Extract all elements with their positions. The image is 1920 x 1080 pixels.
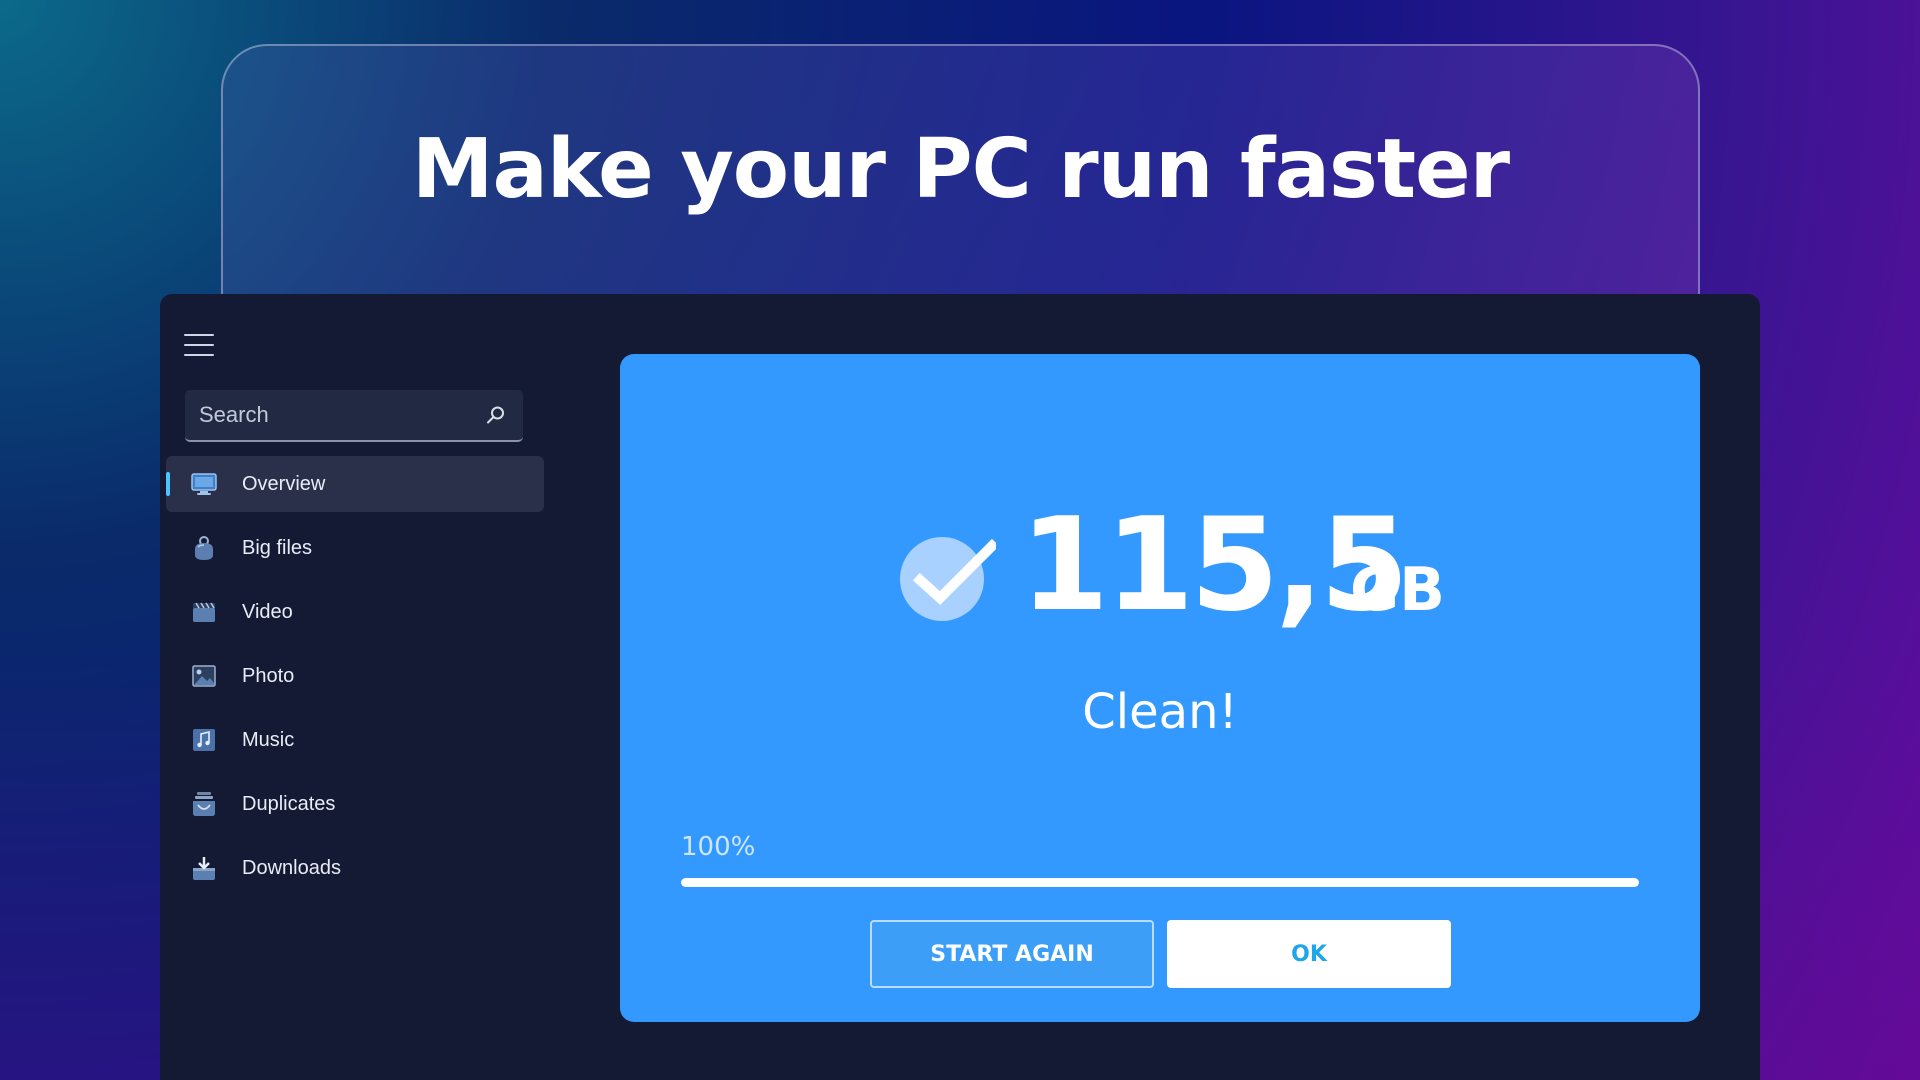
- sidebar-item-label: Music: [242, 728, 295, 751]
- ok-button[interactable]: OK: [1167, 920, 1451, 988]
- sidebar-item-photo[interactable]: Photo: [166, 648, 544, 704]
- progress-bar: [681, 878, 1639, 887]
- check-circle-icon: [900, 536, 1000, 622]
- search-box[interactable]: [185, 390, 523, 442]
- search-input[interactable]: [199, 402, 459, 428]
- scan-result-card: 115,5 GB Clean! 100% START AGAIN OK: [620, 354, 1700, 1022]
- clapperboard-icon: [191, 599, 217, 625]
- sidebar-nav: Overview Big files Video Photo Music Dup…: [166, 456, 544, 904]
- sidebar-item-duplicates[interactable]: Duplicates: [166, 776, 544, 832]
- picture-icon: [191, 663, 217, 689]
- sidebar-item-label: Duplicates: [242, 792, 336, 815]
- sidebar-item-downloads[interactable]: Downloads: [166, 840, 544, 896]
- weight-icon: [191, 535, 217, 561]
- stacked-copies-icon: [191, 791, 217, 817]
- sidebar-item-big-files[interactable]: Big files: [166, 520, 544, 576]
- banner-headline: Make your PC run faster: [411, 122, 1510, 217]
- active-indicator: [166, 472, 170, 496]
- status-message: Clean!: [1082, 684, 1238, 740]
- hamburger-menu-icon[interactable]: [184, 334, 214, 356]
- monitor-icon: [191, 471, 217, 497]
- freed-space-unit: GB: [1350, 555, 1445, 625]
- progress-bar-fill: [681, 878, 1639, 887]
- sidebar-item-label: Big files: [242, 536, 313, 559]
- music-note-icon: [191, 727, 217, 753]
- sidebar-item-music[interactable]: Music: [166, 712, 544, 768]
- sidebar-item-label: Overview: [242, 472, 326, 495]
- sidebar-item-label: Video: [242, 600, 293, 623]
- sidebar-item-label: Downloads: [242, 856, 341, 879]
- sidebar-item-video[interactable]: Video: [166, 584, 544, 640]
- freed-space-value: 115,5: [1020, 491, 1409, 640]
- start-again-button[interactable]: START AGAIN: [870, 920, 1154, 988]
- sidebar-item-overview[interactable]: Overview: [166, 456, 544, 512]
- sidebar-item-label: Photo: [242, 664, 295, 687]
- download-tray-icon: [191, 855, 217, 881]
- progress-percent: 100%: [681, 832, 756, 862]
- app-window: Overview Big files Video: [160, 294, 1760, 1080]
- search-icon[interactable]: [485, 404, 507, 426]
